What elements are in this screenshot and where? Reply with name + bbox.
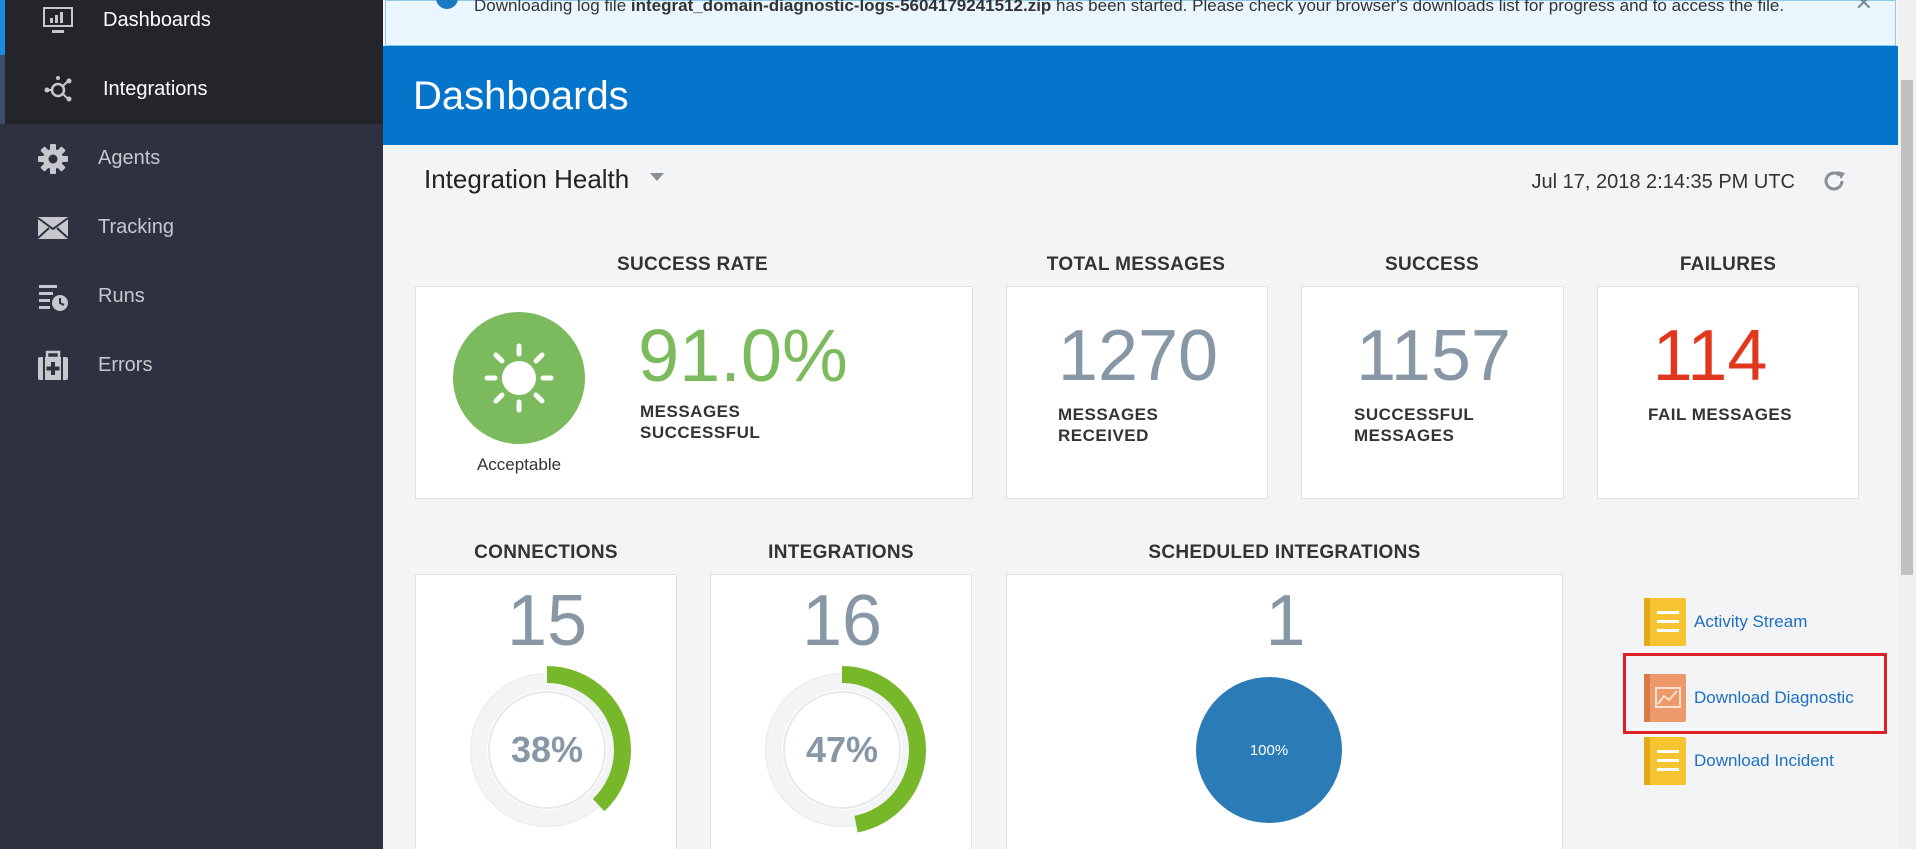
runs-clock-icon — [36, 280, 70, 314]
banner-filename: integrat_domain-diagnostic-logs-56041792… — [630, 0, 1052, 15]
sidebar-item-label: Errors — [98, 354, 153, 376]
sidebar-item-label: Integrations — [103, 78, 208, 100]
dashboard-view-select[interactable]: Integration Health — [424, 164, 629, 195]
document-icon — [1644, 598, 1686, 646]
connections-title: CONNECTIONS — [474, 542, 618, 563]
scheduled-integrations-title: SCHEDULED INTEGRATIONS — [1148, 542, 1421, 563]
failures-value: 114 — [1652, 316, 1768, 396]
connections-value: 15 — [506, 581, 588, 661]
sidebar-item-errors[interactable]: Errors — [0, 331, 383, 400]
activity-stream-link[interactable]: Activity Stream — [1644, 598, 1807, 646]
label-line: RECEIVED — [1058, 426, 1149, 445]
scheduled-integrations-card: 1 100% — [1006, 574, 1563, 849]
total-messages-label: MESSAGES RECEIVED — [1058, 404, 1158, 446]
failures-label: FAIL MESSAGES — [1648, 405, 1793, 424]
highlight-box — [1623, 653, 1887, 734]
document-icon — [1644, 737, 1686, 785]
monitor-chart-icon — [41, 4, 75, 38]
success-card: 1157 SUCCESSFUL MESSAGES — [1301, 286, 1564, 499]
label-line: SUCCESSFUL — [640, 423, 761, 442]
label-line: MESSAGES — [640, 402, 741, 421]
success-title: SUCCESS — [1385, 254, 1479, 275]
label-line: MESSAGES — [1058, 405, 1159, 424]
integrations-value: 16 — [801, 581, 883, 661]
scrollbar-thumb[interactable] — [1901, 80, 1913, 575]
integrations-title: INTEGRATIONS — [768, 542, 914, 563]
close-icon[interactable]: ✕ — [1855, 0, 1873, 16]
activity-stream-label: Activity Stream — [1694, 612, 1808, 631]
sidebar: Dashboards Integrations Agents Tracking … — [0, 0, 383, 849]
label-line: SUCCESSFUL — [1354, 405, 1475, 424]
pie-slice-label: 100% — [1250, 742, 1288, 759]
sidebar-item-label: Runs — [98, 285, 145, 307]
gear-icon — [36, 142, 70, 176]
sidebar-item-agents[interactable]: Agents — [0, 124, 383, 193]
scheduled-pie-chart: 100% — [1196, 677, 1342, 823]
integrations-icon — [41, 73, 75, 107]
refresh-icon[interactable] — [1821, 168, 1847, 194]
integrations-card: 16 47% — [710, 574, 972, 849]
connections-donut: 38% — [463, 666, 631, 834]
page-title: Dashboards — [413, 74, 629, 118]
envelope-icon — [36, 211, 70, 245]
download-incident-link[interactable]: Download Incident — [1644, 737, 1834, 785]
sidebar-item-label: Tracking — [98, 216, 174, 238]
medkit-icon — [36, 349, 70, 383]
banner-text-suffix: has been started. Please check your brow… — [1051, 0, 1785, 15]
label-line: MESSAGES — [1354, 426, 1455, 445]
banner-text-prefix: Downloading log file — [474, 0, 631, 15]
failures-card: 114 FAIL MESSAGES — [1597, 286, 1859, 499]
info-icon — [436, 0, 458, 9]
connections-card: 15 38% — [415, 574, 677, 849]
success-value: 1157 — [1356, 316, 1511, 396]
last-updated-timestamp: Jul 17, 2018 2:14:35 PM UTC — [1531, 171, 1795, 193]
total-messages-value: 1270 — [1057, 316, 1219, 396]
sidebar-item-runs[interactable]: Runs — [0, 262, 383, 331]
scrollbar[interactable] — [1898, 0, 1916, 849]
success-rate-value: 91.0% — [638, 314, 848, 397]
sidebar-item-dashboards[interactable]: Dashboards — [0, 0, 383, 55]
chevron-down-icon[interactable] — [650, 173, 664, 181]
total-messages-card: 1270 MESSAGES RECEIVED — [1006, 286, 1268, 499]
status-indicator — [453, 312, 585, 444]
sidebar-item-label: Dashboards — [103, 9, 211, 31]
page-header: Dashboards — [383, 46, 1898, 145]
sidebar-item-tracking[interactable]: Tracking — [0, 193, 383, 262]
total-messages-title: TOTAL MESSAGES — [1046, 254, 1226, 275]
download-incident-label: Download Incident — [1694, 751, 1834, 770]
sun-icon — [484, 343, 554, 413]
success-rate-title: SUCCESS RATE — [616, 254, 769, 275]
sidebar-item-label: Agents — [98, 147, 161, 169]
status-label: Acceptable — [476, 455, 562, 474]
success-rate-label: MESSAGES SUCCESSFUL — [640, 401, 760, 443]
failures-title: FAILURES — [1679, 254, 1777, 275]
integrations-percent: 47% — [806, 729, 878, 770]
success-label: SUCCESSFUL MESSAGES — [1354, 404, 1474, 446]
sidebar-item-integrations[interactable]: Integrations — [0, 55, 383, 124]
connections-percent: 38% — [511, 729, 583, 770]
scheduled-integrations-value: 1 — [1265, 581, 1306, 661]
success-rate-card: Acceptable 91.0% MESSAGES SUCCESSFUL — [415, 286, 973, 499]
banner-message: Downloading log file integrat_domain-dia… — [474, 0, 1834, 16]
integrations-donut: 47% — [758, 666, 926, 834]
download-notification-banner: Downloading log file integrat_domain-dia… — [385, 0, 1896, 46]
